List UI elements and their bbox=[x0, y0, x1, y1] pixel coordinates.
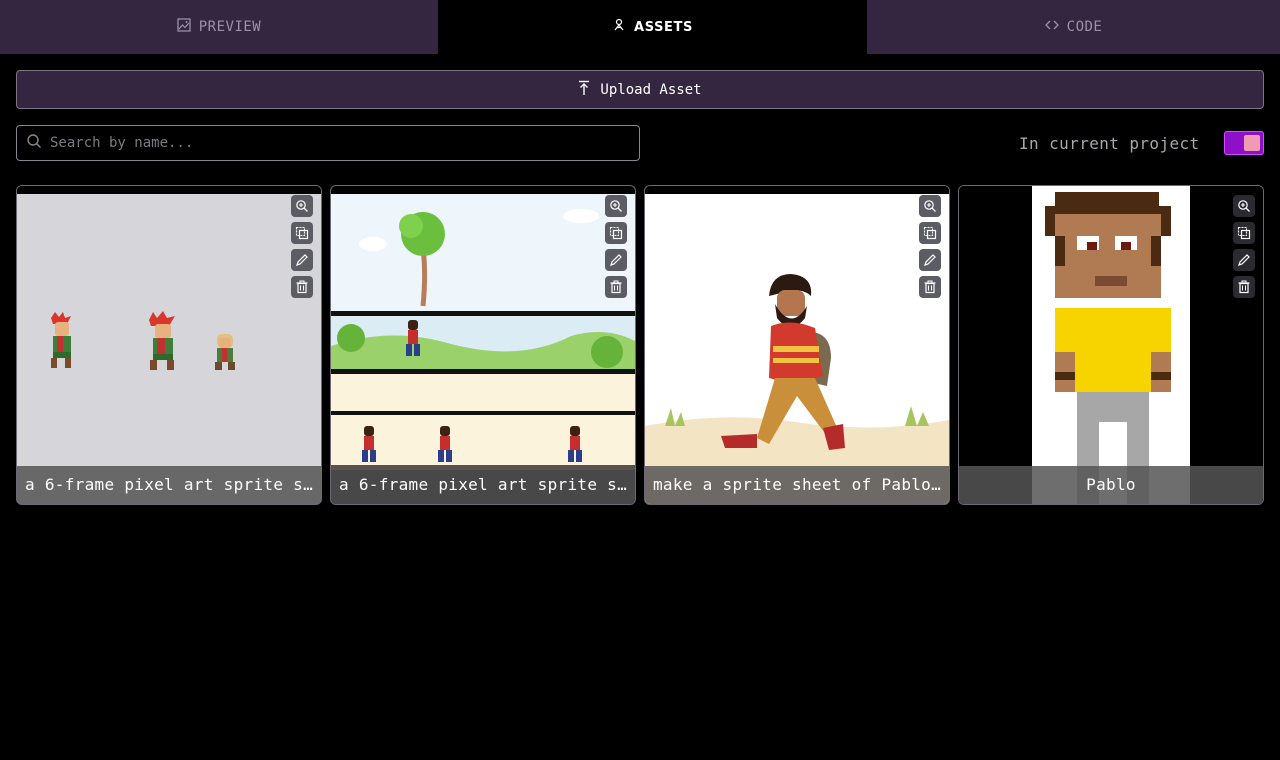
search-box bbox=[16, 125, 640, 161]
delete-button[interactable] bbox=[919, 276, 941, 298]
edit-button[interactable] bbox=[605, 249, 627, 271]
code-icon bbox=[1044, 18, 1059, 36]
copy-icon bbox=[923, 226, 937, 240]
asset-name: a 6-frame pixel art sprite sheet of a re… bbox=[17, 466, 321, 504]
zoom-button[interactable] bbox=[605, 195, 627, 217]
tab-bar: PREVIEW ASSETS CODE bbox=[0, 0, 1280, 54]
in-current-project-label: In current project bbox=[1019, 134, 1200, 153]
zoom-button[interactable] bbox=[919, 195, 941, 217]
asset-actions bbox=[919, 195, 941, 298]
asset-card[interactable]: Pablo bbox=[958, 185, 1264, 505]
pencil-icon bbox=[610, 254, 622, 266]
sprite-icon bbox=[612, 18, 626, 36]
trash-icon bbox=[610, 280, 622, 294]
tab-code[interactable]: CODE bbox=[867, 0, 1280, 54]
asset-card[interactable]: make a sprite sheet of Pablo walking bbox=[644, 185, 950, 505]
edit-button[interactable] bbox=[919, 249, 941, 271]
tab-code-label: CODE bbox=[1066, 19, 1103, 35]
zoom-in-icon bbox=[610, 200, 622, 212]
copy-button[interactable] bbox=[919, 222, 941, 244]
pencil-icon bbox=[1238, 254, 1250, 266]
asset-name: Pablo bbox=[959, 466, 1263, 504]
asset-actions bbox=[291, 195, 313, 298]
asset-actions bbox=[1233, 195, 1255, 298]
search-input[interactable] bbox=[50, 135, 610, 151]
upload-asset-label: Upload Asset bbox=[600, 81, 702, 98]
zoom-button[interactable] bbox=[1233, 195, 1255, 217]
pencil-icon bbox=[924, 254, 936, 266]
copy-icon bbox=[609, 226, 623, 240]
zoom-in-icon bbox=[296, 200, 308, 212]
tab-preview[interactable]: PREVIEW bbox=[0, 0, 438, 54]
in-current-project-toggle[interactable] bbox=[1224, 131, 1264, 155]
delete-button[interactable] bbox=[1233, 276, 1255, 298]
trash-icon bbox=[296, 280, 308, 294]
delete-button[interactable] bbox=[605, 276, 627, 298]
zoom-in-icon bbox=[924, 200, 936, 212]
tab-preview-label: PREVIEW bbox=[198, 19, 262, 35]
asset-thumbnail bbox=[959, 186, 1263, 504]
asset-actions bbox=[605, 195, 627, 298]
asset-thumbnail bbox=[645, 186, 949, 504]
zoom-in-icon bbox=[1238, 200, 1250, 212]
asset-thumbnail bbox=[331, 194, 635, 470]
edit-button[interactable] bbox=[1233, 249, 1255, 271]
pencil-icon bbox=[296, 254, 308, 266]
asset-name: make a sprite sheet of Pablo walking bbox=[645, 466, 949, 504]
upload-asset-button[interactable]: Upload Asset bbox=[16, 70, 1264, 109]
image-icon bbox=[177, 18, 191, 36]
asset-card[interactable]: a 6-frame pixel art sprite sheet of a ch… bbox=[330, 185, 636, 505]
copy-button[interactable] bbox=[605, 222, 627, 244]
copy-icon bbox=[1237, 226, 1251, 240]
search-icon bbox=[26, 133, 42, 153]
zoom-button[interactable] bbox=[291, 195, 313, 217]
trash-icon bbox=[924, 280, 936, 294]
edit-button[interactable] bbox=[291, 249, 313, 271]
toggle-knob bbox=[1244, 135, 1260, 151]
tab-assets-label: ASSETS bbox=[634, 19, 693, 35]
asset-thumbnail bbox=[17, 186, 321, 504]
copy-button[interactable] bbox=[1233, 222, 1255, 244]
copy-button[interactable] bbox=[291, 222, 313, 244]
trash-icon bbox=[1238, 280, 1250, 294]
copy-icon bbox=[295, 226, 309, 240]
delete-button[interactable] bbox=[291, 276, 313, 298]
tab-assets[interactable]: ASSETS bbox=[438, 0, 867, 54]
upload-icon bbox=[578, 80, 590, 100]
asset-name: a 6-frame pixel art sprite sheet of a ch… bbox=[331, 466, 635, 504]
asset-card[interactable]: a 6-frame pixel art sprite sheet of a re… bbox=[16, 185, 322, 505]
